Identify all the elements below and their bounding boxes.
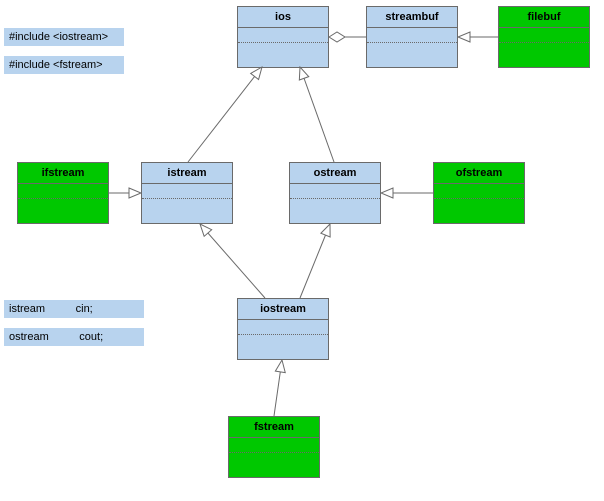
class-compartment (499, 28, 589, 43)
class-ifstream: ifstream (17, 162, 109, 224)
class-compartment (290, 184, 380, 199)
class-title: ios (238, 7, 328, 28)
diagram-stage: #include <iostream> #include <fstream> i… (0, 0, 604, 501)
class-title: fstream (229, 417, 319, 438)
class-fstream: fstream (228, 416, 320, 478)
class-title: streambuf (367, 7, 457, 28)
note-cout-decl: ostream cout; (4, 328, 144, 346)
class-compartment (238, 28, 328, 43)
note-include-fstream: #include <fstream> (4, 56, 124, 74)
class-compartment (367, 28, 457, 43)
class-compartment (18, 184, 108, 199)
class-compartment (18, 199, 108, 215)
class-ofstream: ofstream (433, 162, 525, 224)
class-compartment (434, 199, 524, 215)
class-compartment (142, 199, 232, 215)
class-title: ifstream (18, 163, 108, 184)
class-iostream: iostream (237, 298, 329, 360)
class-title: ofstream (434, 163, 524, 184)
class-compartment (238, 335, 328, 351)
class-istream: istream (141, 162, 233, 224)
class-title: filebuf (499, 7, 589, 28)
class-compartment (142, 184, 232, 199)
class-title: iostream (238, 299, 328, 320)
class-compartment (434, 184, 524, 199)
class-ostream: ostream (289, 162, 381, 224)
class-compartment (367, 43, 457, 59)
class-compartment (290, 199, 380, 215)
class-compartment (238, 43, 328, 59)
class-compartment (499, 43, 589, 59)
class-title: istream (142, 163, 232, 184)
class-compartment (229, 438, 319, 453)
class-streambuf: streambuf (366, 6, 458, 68)
class-filebuf: filebuf (498, 6, 590, 68)
note-cin-decl: istream cin; (4, 300, 144, 318)
class-compartment (238, 320, 328, 335)
class-ios: ios (237, 6, 329, 68)
note-include-iostream: #include <iostream> (4, 28, 124, 46)
class-title: ostream (290, 163, 380, 184)
class-compartment (229, 453, 319, 469)
